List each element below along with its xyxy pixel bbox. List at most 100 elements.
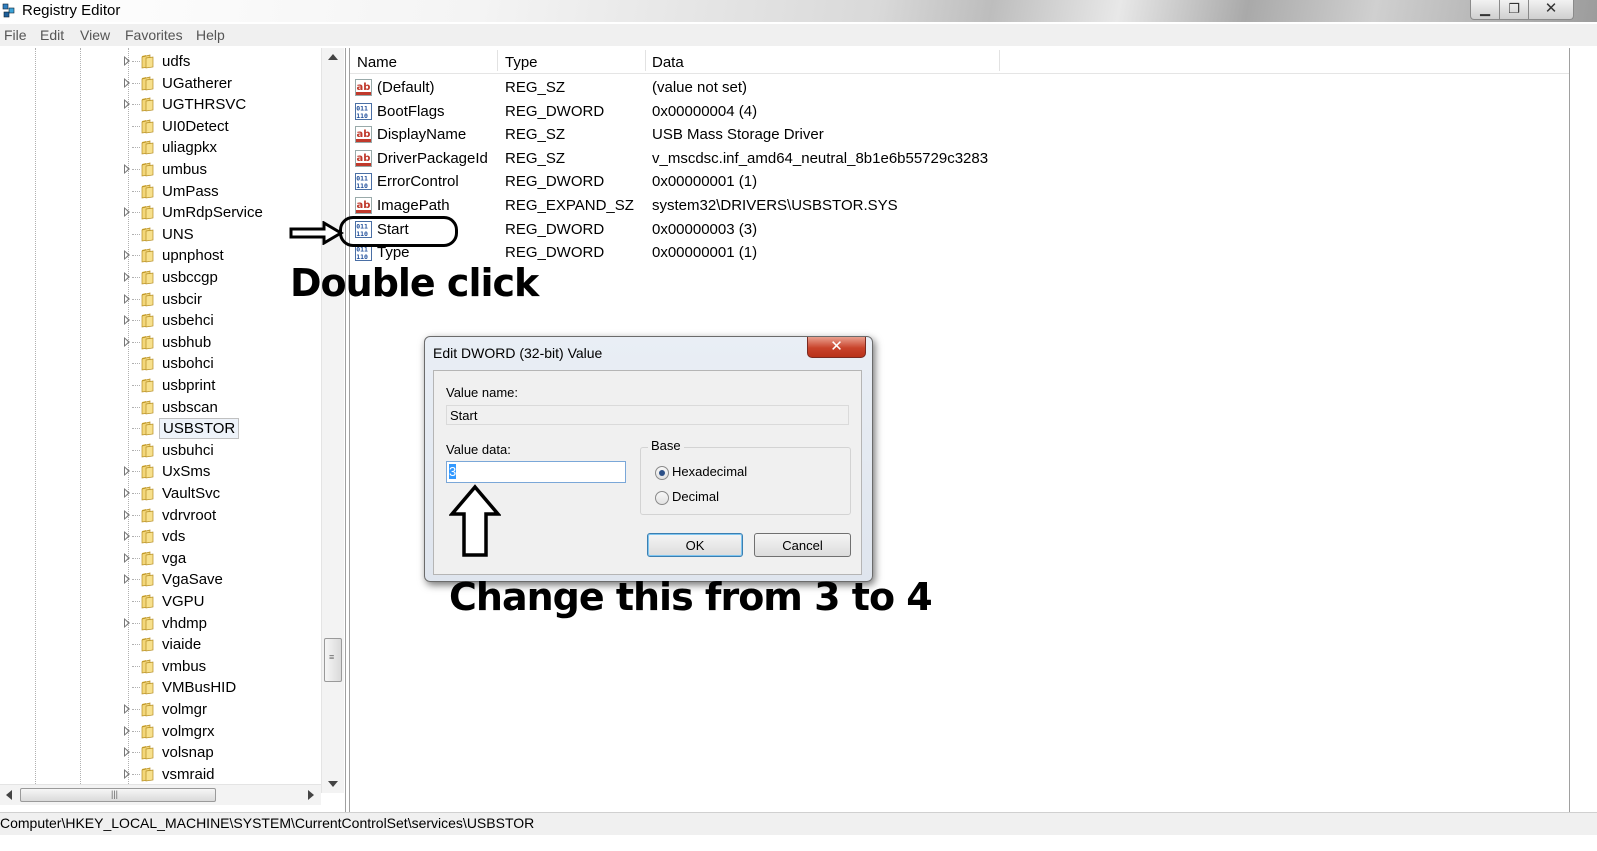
svg-text:110: 110 [356, 112, 368, 120]
expand-arrow-icon[interactable] [124, 207, 130, 218]
value-row[interactable]: 011 110 BootFlags REG_DWORD 0x00000004 (4) [350, 100, 1569, 123]
column-header-name[interactable]: Name [357, 54, 397, 71]
key-tree[interactable]: udfs UGatherer UGTHRSVC UI0Detect uliagpkx um… [0, 48, 346, 812]
maximize-button[interactable]: ❐ [1499, 0, 1529, 20]
tree-item[interactable]: volmgrx [0, 721, 325, 742]
expand-arrow-icon[interactable] [124, 531, 130, 542]
column-divider[interactable] [999, 50, 1000, 71]
scroll-left-icon[interactable] [6, 790, 12, 800]
menu-view[interactable]: View [80, 27, 110, 43]
expand-arrow-icon[interactable] [124, 574, 130, 585]
tree-item[interactable]: vga [0, 548, 325, 569]
column-header-data[interactable]: Data [652, 54, 684, 71]
close-button[interactable]: ✕ [1528, 0, 1574, 20]
expand-arrow-icon[interactable] [124, 250, 130, 261]
tree-item[interactable]: UNS [0, 224, 325, 245]
tree-connector [132, 493, 140, 494]
tree-item[interactable]: VMBusHID [0, 677, 325, 698]
scroll-down-icon[interactable] [328, 781, 338, 787]
tree-item[interactable]: usbuhci [0, 440, 325, 461]
horizontal-scroll-thumb[interactable]: ||| [20, 788, 216, 802]
tree-item[interactable]: viaide [0, 634, 325, 655]
tree-item[interactable]: UmPass [0, 181, 325, 202]
expand-arrow-icon[interactable] [124, 272, 130, 282]
tree-item[interactable]: usbehci [0, 310, 325, 331]
menu-edit[interactable]: Edit [40, 27, 64, 43]
expand-arrow-icon[interactable] [124, 293, 130, 304]
expand-arrow-icon[interactable] [124, 488, 130, 498]
menu-file[interactable]: File [4, 27, 27, 43]
tree-item[interactable]: umbus [0, 159, 325, 180]
tree-item[interactable]: usbccgp [0, 267, 325, 288]
expand-arrow-icon[interactable] [124, 466, 130, 477]
value-row[interactable]: ab (Default) REG_SZ (value not set) [350, 76, 1569, 99]
tree-item[interactable]: vmbus [0, 656, 325, 677]
value-type: REG_SZ [505, 126, 566, 144]
tree-item[interactable]: upnphost [0, 245, 325, 266]
expand-arrow-icon[interactable] [124, 336, 130, 347]
tree-item[interactable]: uliagpkx [0, 137, 325, 158]
tree-item[interactable]: vds [0, 526, 325, 547]
tree-item[interactable]: volmgr [0, 699, 325, 720]
tree-item[interactable]: usbhub [0, 332, 325, 353]
tree-item[interactable]: USBSTOR [0, 418, 325, 440]
tree-item[interactable]: UGTHRSVC [0, 94, 325, 115]
value-type: REG_DWORD [505, 173, 605, 191]
hexadecimal-label[interactable]: Hexadecimal [672, 464, 747, 479]
value-name: ErrorControl [377, 173, 459, 191]
menu-favorites[interactable]: Favorites [125, 27, 183, 43]
value-row[interactable]: 011 110 ErrorControl REG_DWORD 0x00000001 (1… [350, 170, 1569, 193]
dialog-close-button[interactable]: ✕ [807, 337, 866, 358]
decimal-label[interactable]: Decimal [672, 489, 719, 504]
expand-arrow-icon[interactable] [124, 99, 130, 110]
tree-item[interactable]: usbcir [0, 289, 325, 310]
tree-item[interactable]: UGatherer [0, 73, 325, 94]
tree-item[interactable]: volsnap [0, 742, 325, 763]
tree-item[interactable]: vhdmp [0, 613, 325, 634]
scroll-right-icon[interactable] [308, 790, 314, 800]
expand-arrow-icon[interactable] [124, 704, 130, 714]
tree-item[interactable]: usbprint [0, 375, 325, 396]
cancel-button[interactable]: Cancel [754, 533, 851, 557]
expand-arrow-icon[interactable] [124, 747, 130, 758]
tree-item[interactable]: vdrvroot [0, 505, 325, 526]
tree-item[interactable]: usbohci [0, 353, 325, 374]
menu-help[interactable]: Help [196, 27, 225, 43]
scroll-thumb[interactable]: ≡ [324, 638, 342, 682]
value-row[interactable]: ab DisplayName REG_SZ USB Mass Storage Driv… [350, 123, 1569, 146]
tree-item[interactable]: vsmraid [0, 764, 325, 785]
value-row[interactable]: 011 110 Start REG_DWORD 0x00000003 (3) [350, 218, 1569, 241]
expand-arrow-icon[interactable] [124, 725, 130, 736]
expand-arrow-icon[interactable] [124, 509, 130, 520]
scroll-up-icon[interactable] [328, 54, 338, 60]
value-row[interactable]: ab ImagePath REG_EXPAND_SZ system32\DRIVERS… [350, 194, 1569, 217]
tree-item[interactable]: udfs [0, 51, 325, 72]
column-divider[interactable] [497, 50, 498, 71]
tree-item[interactable]: UI0Detect [0, 116, 325, 137]
expand-arrow-icon[interactable] [124, 315, 130, 326]
menu-bar: File Edit View Favorites Help [0, 24, 1597, 46]
tree-item[interactable]: VaultSvc [0, 483, 325, 504]
tree-item[interactable]: UxSms [0, 461, 325, 482]
expand-arrow-icon[interactable] [124, 617, 130, 628]
hexadecimal-radio[interactable] [655, 466, 669, 480]
expand-arrow-icon[interactable] [124, 56, 130, 66]
minimize-button[interactable]: ▁ [1470, 0, 1500, 20]
column-header-type[interactable]: Type [505, 54, 538, 71]
value-data-input[interactable]: 3 [446, 461, 626, 483]
expand-arrow-icon[interactable] [124, 552, 130, 563]
tree-item[interactable]: UmRdpService [0, 202, 325, 223]
tree-item[interactable]: usbscan [0, 397, 325, 418]
tree-connector [132, 709, 140, 710]
decimal-radio[interactable] [655, 491, 669, 505]
tree-vertical-scrollbar[interactable]: ≡ [321, 48, 344, 793]
tree-item[interactable]: VgaSave [0, 569, 325, 590]
column-divider[interactable] [645, 50, 646, 71]
ok-button[interactable]: OK [647, 533, 743, 557]
tree-item[interactable]: VGPU [0, 591, 325, 612]
value-row[interactable]: ab DriverPackageId REG_SZ v_mscdsc.inf_amd6… [350, 147, 1569, 170]
tree-horizontal-scrollbar[interactable]: ||| [0, 784, 321, 805]
expand-arrow-icon[interactable] [124, 164, 130, 174]
expand-arrow-icon[interactable] [124, 77, 130, 88]
expand-arrow-icon[interactable] [124, 768, 130, 779]
